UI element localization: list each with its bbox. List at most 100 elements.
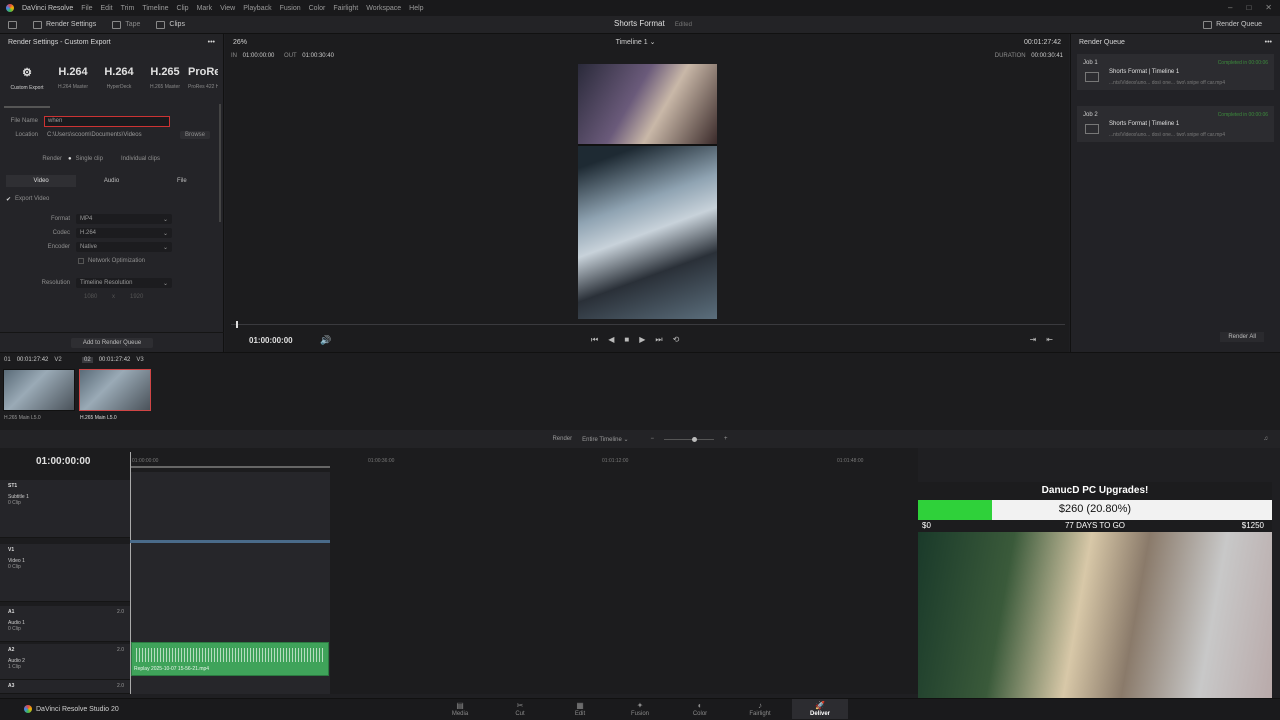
job-status: Completed in 00:00:06 (1217, 60, 1268, 66)
tab-file[interactable]: File (147, 178, 217, 184)
go-to-end-icon[interactable]: ⏭ (655, 335, 662, 345)
zoom-in-icon[interactable]: + (724, 436, 728, 442)
tab-video[interactable]: Video (6, 175, 77, 187)
more-options-icon[interactable]: ••• (208, 39, 215, 46)
zoom-out-icon[interactable]: − (651, 436, 655, 442)
menu-workspace[interactable]: Workspace (366, 5, 401, 12)
page-cut[interactable]: ✂ Cut (492, 701, 548, 717)
render-job[interactable]: Job 2 Completed in 00:00:06 Shorts Forma… (1077, 106, 1274, 142)
chevron-down-icon: ⌄ (162, 280, 168, 287)
track-header-a2[interactable]: A2 Audio 2 1 Clip 2.0 (0, 644, 130, 680)
zoom-slider[interactable] (664, 436, 715, 442)
page-media[interactable]: ▤ Media (432, 701, 488, 717)
audio-meter-icon[interactable]: ♫ (1264, 436, 1269, 442)
add-to-render-queue-button[interactable]: Add to Render Queue (70, 337, 154, 348)
toggle-panel-button[interactable] (0, 16, 25, 34)
menu-fusion[interactable]: Fusion (280, 5, 301, 12)
clip-thumbnail[interactable] (3, 369, 75, 411)
clip-thumbnail-selected[interactable] (79, 369, 151, 411)
menu-timeline[interactable]: Timeline (142, 5, 168, 12)
preset-custom-export[interactable]: ⚙ Custom Export (4, 66, 50, 91)
viewer-timeline-name[interactable]: Timeline 1 ⌄ (616, 38, 656, 46)
browse-button[interactable]: Browse (180, 131, 211, 139)
render-range-select[interactable]: Entire Timeline ⌄ (582, 436, 628, 443)
file-name-input[interactable]: when (44, 115, 170, 127)
render-job[interactable]: Job 1 Completed in 00:00:06 Shorts Forma… (1077, 54, 1274, 90)
menu-edit[interactable]: Edit (101, 5, 113, 12)
job-path: ...nts\Videos\uno... dos\ one... two\ sn… (1109, 80, 1225, 86)
track-header-a3[interactable]: A3 2.0 (0, 680, 130, 694)
menu-clip[interactable]: Clip (177, 5, 189, 12)
format-row: Format MP4 ⌄ (0, 212, 223, 226)
render-queue-button[interactable]: Render Queue (1195, 16, 1270, 34)
menu-fairlight[interactable]: Fairlight (333, 5, 358, 12)
tab-audio[interactable]: Audio (76, 178, 146, 184)
codec-select[interactable]: H.264 ⌄ (76, 228, 172, 238)
menu-mark[interactable]: Mark (197, 5, 213, 12)
stop-icon[interactable]: ■ (624, 335, 629, 345)
app-title: DaVinci Resolve (22, 4, 74, 12)
minimize-icon[interactable]: – (1228, 3, 1232, 12)
encoder-select[interactable]: Native ⌄ (76, 242, 172, 252)
settings-scrollbar[interactable] (219, 104, 221, 222)
reverse-play-icon[interactable]: ◀ (608, 335, 614, 345)
menu-playback[interactable]: Playback (243, 5, 271, 12)
video-clip-bar[interactable] (130, 540, 330, 543)
preset-hyperdeck[interactable]: H.264 HyperDeck (96, 66, 142, 90)
single-clip-option[interactable]: Single clip (76, 156, 103, 162)
volume-icon[interactable]: 🔊 (320, 335, 331, 346)
preset-h264-master[interactable]: H.264 H.264 Master (50, 66, 96, 90)
viewer-zoom[interactable]: 26% (233, 39, 247, 46)
menu-color[interactable]: Color (309, 5, 326, 12)
mark-in-icon[interactable]: ⇥ (1030, 335, 1037, 344)
audio-clip[interactable]: Replay 2025-10-07 15-56-21.mp4 (131, 642, 329, 676)
file-name-label: File Name (10, 118, 38, 124)
format-select[interactable]: MP4 ⌄ (76, 214, 172, 224)
goal-days: 77 DAYS TO GO (1064, 521, 1126, 530)
menu-view[interactable]: View (220, 5, 235, 12)
zoom-slider-handle[interactable] (692, 436, 698, 442)
render-settings-button[interactable]: Render Settings (25, 16, 104, 34)
scrubber-track[interactable] (231, 324, 1065, 325)
location-input[interactable]: C:\Users\scoom\Documents\Videos (44, 130, 170, 141)
go-to-start-icon[interactable]: ⏮ (591, 335, 598, 345)
track-count: 0 Clip (8, 500, 21, 506)
track-count: 0 Clip (8, 626, 21, 632)
render-all-button[interactable]: Render All (1220, 332, 1264, 342)
menu-bar: DaVinci Resolve File Edit Trim Timeline … (0, 0, 1280, 16)
scrubber-playhead[interactable] (236, 321, 238, 328)
resolution-x: x (112, 294, 115, 300)
edit-icon: ▦ (576, 701, 584, 710)
page-fairlight[interactable]: ♪ Fairlight (732, 701, 788, 717)
clips-button[interactable]: Clips (148, 16, 193, 34)
ruler-tick: 01:00:00:00 (132, 458, 159, 464)
network-optimization-checkbox[interactable] (78, 258, 84, 264)
single-clip-radio-icon[interactable]: ● (68, 156, 72, 162)
preset-label: HyperDeck (106, 84, 132, 90)
individual-clips-option[interactable]: Individual clips (121, 156, 160, 162)
goal-info-row: $0 77 DAYS TO GO $1250 (918, 520, 1272, 532)
track-header-v1[interactable]: V1 Video 1 0 Clip (0, 544, 130, 602)
file-name-row: File Name when (0, 114, 223, 128)
checkmark-icon[interactable]: ✔ (6, 196, 11, 203)
more-options-icon[interactable]: ••• (1265, 39, 1272, 46)
timeline-timecode: 01:00:00:00 (36, 456, 91, 467)
page-edit[interactable]: ▦ Edit (552, 701, 608, 717)
play-icon[interactable]: ▶ (639, 335, 645, 345)
page-color[interactable]: ◐ Color (672, 701, 728, 717)
preset-h265-master[interactable]: H.265 H.265 Master (142, 66, 188, 90)
resolution-select[interactable]: Timeline Resolution ⌄ (76, 278, 172, 288)
track-header-st1[interactable]: ST1 Subtitle 1 0 Clip (0, 480, 130, 538)
page-deliver[interactable]: 🚀 Deliver (792, 699, 848, 719)
preset-prores[interactable]: ProRes ProRes 422 H (188, 66, 218, 90)
menu-trim[interactable]: Trim (121, 5, 135, 12)
track-header-a1[interactable]: A1 Audio 1 0 Clip 2.0 (0, 606, 130, 642)
menu-help[interactable]: Help (409, 5, 423, 12)
mark-out-icon[interactable]: ⇤ (1046, 335, 1053, 344)
maximize-icon[interactable]: □ (1246, 3, 1251, 12)
tape-button[interactable]: Tape (104, 16, 148, 34)
close-icon[interactable]: ✕ (1265, 3, 1272, 12)
page-fusion[interactable]: ✦ Fusion (612, 701, 668, 717)
menu-file[interactable]: File (81, 5, 92, 12)
loop-icon[interactable]: ⟲ (673, 335, 680, 345)
